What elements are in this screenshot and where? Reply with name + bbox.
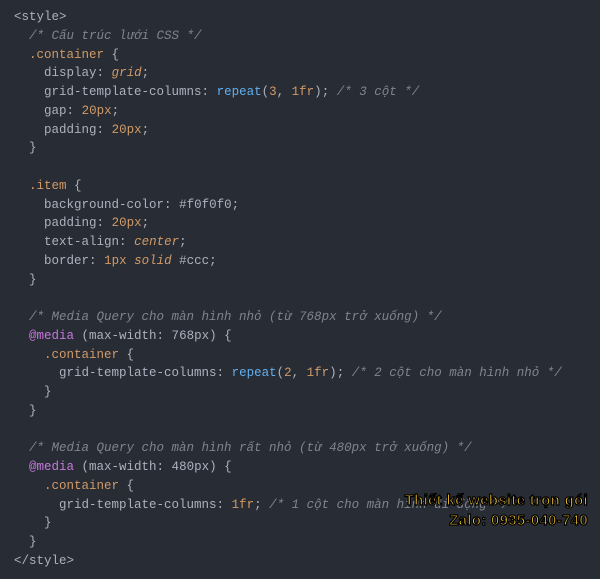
- at-rule: @media: [29, 460, 74, 474]
- at-rule: @media: [29, 329, 74, 343]
- prop: grid-template-columns: [44, 85, 202, 99]
- selector: .container: [29, 48, 104, 62]
- watermark-line2: Zalo: 0935-040-740: [405, 511, 588, 531]
- prop: grid-template-columns: [59, 498, 217, 512]
- comment: /* 2 cột cho màn hình nhỏ */: [352, 366, 562, 380]
- comment: /* Media Query cho màn hình nhỏ (từ 768p…: [29, 310, 442, 324]
- prop: gap: [44, 104, 67, 118]
- selector: .container: [44, 348, 119, 362]
- selector: .container: [44, 479, 119, 493]
- watermark-line1: Thiết kế website trọn gói: [405, 491, 588, 511]
- value: #f0f0f0: [179, 198, 232, 212]
- prop: grid-template-columns: [59, 366, 217, 380]
- comment: /* Cấu trúc lưới CSS */: [29, 29, 202, 43]
- comment: /* Media Query cho màn hình rất nhỏ (từ …: [29, 441, 472, 455]
- value: center: [134, 235, 179, 249]
- prop: padding: [44, 216, 97, 230]
- prop: padding: [44, 123, 97, 137]
- tag-open: <style>: [14, 10, 67, 24]
- prop: text-align: [44, 235, 119, 249]
- selector: .item: [29, 179, 67, 193]
- prop: background-color: [44, 198, 164, 212]
- comment: /* 3 cột */: [337, 85, 420, 99]
- prop: display: [44, 66, 97, 80]
- prop: border: [44, 254, 89, 268]
- func: repeat: [217, 85, 262, 99]
- watermark: Thiết kế website trọn gói Zalo: 0935-040…: [405, 491, 588, 532]
- value: grid: [112, 66, 142, 80]
- tag-close: </style>: [14, 554, 74, 568]
